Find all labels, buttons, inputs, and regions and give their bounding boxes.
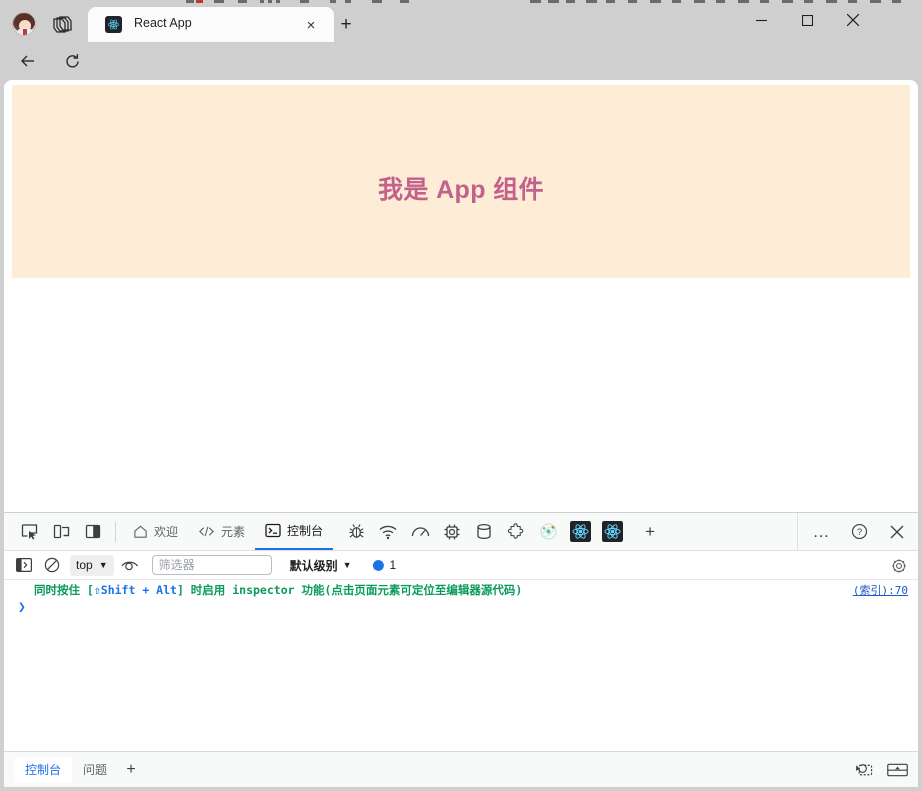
drawer-right-icons bbox=[852, 760, 908, 780]
puzzle-icon[interactable] bbox=[501, 517, 531, 547]
back-button[interactable] bbox=[14, 47, 42, 75]
inspect-element-icon[interactable] bbox=[14, 517, 44, 547]
clear-console-icon[interactable] bbox=[40, 554, 64, 576]
react-icon bbox=[105, 16, 122, 33]
browser-toolbar: i localhost:3000 bbox=[0, 42, 922, 80]
info-bubble-icon bbox=[372, 559, 385, 572]
performance-gauge-icon[interactable] bbox=[405, 517, 435, 547]
workspaces-icon[interactable] bbox=[50, 13, 74, 35]
restore-drawer-icon[interactable] bbox=[852, 760, 874, 780]
dock-drawer-icon[interactable] bbox=[886, 760, 908, 780]
tab-console-label: 控制台 bbox=[287, 522, 323, 539]
browser-tab[interactable]: React App × bbox=[88, 7, 334, 42]
drawer-tab-console[interactable]: 控制台 bbox=[14, 757, 72, 783]
more-tools-icon[interactable]: … bbox=[806, 517, 836, 547]
tab-strip: React App × + bbox=[0, 4, 922, 42]
devtools-tabbar-right: … ? bbox=[797, 513, 918, 550]
add-panel-button[interactable]: + bbox=[635, 517, 665, 547]
devtools-tabbar: 欢迎 元素 控制台 bbox=[4, 513, 918, 551]
log-level-value: 默认级别 bbox=[290, 557, 338, 574]
memory-chip-icon[interactable] bbox=[437, 517, 467, 547]
tab-console[interactable]: 控制台 bbox=[255, 513, 333, 550]
new-tab-button[interactable]: + bbox=[334, 13, 358, 37]
help-icon[interactable]: ? bbox=[844, 517, 874, 547]
console-message-post: ] 时启用 inspector 功能(点击页面元素可定位至编辑器源代码) bbox=[177, 583, 522, 597]
page-title: 我是 App 组件 bbox=[12, 170, 910, 206]
chevron-down-icon: ▼ bbox=[343, 560, 352, 570]
application-database-icon[interactable] bbox=[469, 517, 499, 547]
console-message-keys: ⇧Shift + Alt bbox=[94, 583, 177, 597]
console-filter-bar: top ▼ 默认级别 ▼ 1 bbox=[4, 551, 918, 580]
console-output: 同时按住 [⇧Shift + Alt] 时启用 inspector 功能(点击页… bbox=[4, 580, 918, 755]
gear-icon[interactable] bbox=[888, 555, 910, 577]
devtools-panel: 欢迎 元素 控制台 bbox=[4, 512, 918, 787]
chevron-down-icon: ▼ bbox=[99, 560, 108, 570]
react-components-icon[interactable] bbox=[565, 517, 595, 547]
home-icon bbox=[133, 524, 148, 539]
device-toolbar-icon[interactable] bbox=[46, 517, 76, 547]
console-prompt-caret: ❯ bbox=[18, 600, 26, 615]
sources-bug-icon[interactable] bbox=[341, 517, 371, 547]
execution-context-value: top bbox=[76, 558, 93, 572]
page-viewport: 我是 App 组件 bbox=[4, 80, 918, 512]
console-message-pre: 同时按住 [ bbox=[34, 583, 94, 597]
app-component-container: 我是 App 组件 bbox=[12, 85, 910, 278]
window-minimize-button[interactable] bbox=[738, 4, 784, 36]
tab-welcome[interactable]: 欢迎 bbox=[123, 513, 188, 550]
tabbar-divider bbox=[115, 522, 116, 542]
drawer-add-tab-button[interactable]: + bbox=[118, 757, 144, 783]
devtools-drawer: 控制台 问题 + bbox=[4, 751, 918, 787]
react-profiler-icon[interactable] bbox=[597, 517, 627, 547]
avatar[interactable] bbox=[12, 12, 36, 36]
code-icon bbox=[198, 524, 215, 539]
filter-input[interactable] bbox=[152, 555, 272, 575]
message-count: 1 bbox=[390, 558, 397, 572]
network-wifi-icon[interactable] bbox=[373, 517, 403, 547]
console-source-link[interactable]: (索引):70 bbox=[853, 582, 908, 598]
avatar-tie bbox=[23, 29, 27, 35]
message-count-badge[interactable]: 1 bbox=[372, 558, 397, 572]
console-prompt[interactable]: ❯ bbox=[4, 600, 918, 620]
window-close-button[interactable] bbox=[830, 4, 876, 36]
console-icon bbox=[265, 523, 281, 538]
execution-context-select[interactable]: top ▼ bbox=[70, 555, 114, 576]
reload-button[interactable] bbox=[58, 47, 86, 75]
tab-elements[interactable]: 元素 bbox=[188, 513, 255, 550]
tab-elements-label: 元素 bbox=[221, 523, 245, 540]
tab-title: React App bbox=[134, 16, 294, 30]
close-devtools-icon[interactable] bbox=[882, 517, 912, 547]
log-level-select[interactable]: 默认级别 ▼ bbox=[286, 555, 356, 576]
window-maximize-button[interactable] bbox=[784, 4, 830, 36]
browser-window: React App × + i bbox=[0, 0, 922, 791]
panel-layout-icon[interactable] bbox=[78, 517, 108, 547]
tab-welcome-label: 欢迎 bbox=[154, 523, 178, 540]
console-message: 同时按住 [⇧Shift + Alt] 时启用 inspector 功能(点击页… bbox=[4, 580, 918, 600]
svg-text:?: ? bbox=[856, 527, 861, 538]
drawer-tab-issues[interactable]: 问题 bbox=[72, 757, 118, 783]
live-expression-icon[interactable] bbox=[118, 554, 142, 576]
close-icon[interactable]: × bbox=[302, 16, 320, 34]
recorder-icon[interactable] bbox=[533, 517, 563, 547]
console-sidebar-icon[interactable] bbox=[12, 554, 36, 576]
